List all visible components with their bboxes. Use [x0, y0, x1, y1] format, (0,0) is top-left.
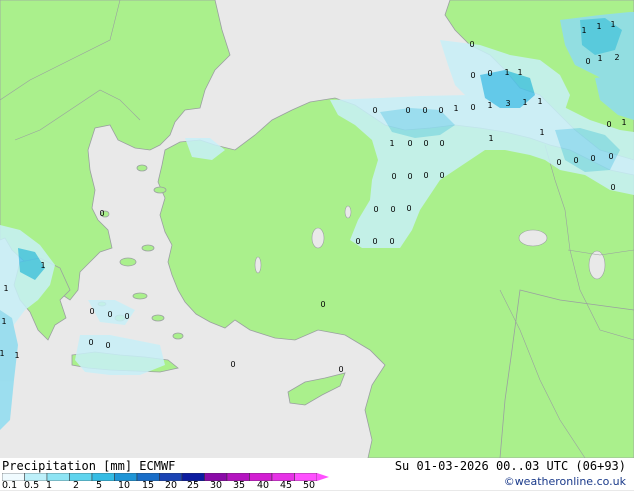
precip-label: 0: [355, 237, 360, 246]
map-title: Precipitation [mm] ECMWF: [2, 459, 176, 473]
precip-label: 2: [614, 53, 619, 62]
precip-label: 0: [610, 183, 615, 192]
precip-label: 0: [389, 237, 394, 246]
precip-label: 0: [439, 139, 444, 148]
precip-label: 0: [422, 106, 427, 115]
precip-label: 1: [504, 68, 509, 77]
precip-label: 0: [124, 312, 129, 321]
scale-tick-label: 5: [96, 480, 103, 491]
scale-tick-label: 10: [118, 480, 131, 491]
precip-label: 0: [470, 71, 475, 80]
precip-label: 1: [537, 97, 542, 106]
scale-ticks: 0.1 0.5 1 2 5 10 15 20 25 30 35 40 45 50: [0, 480, 634, 491]
precip-label: 0: [230, 360, 235, 369]
precip-label: 0: [391, 172, 396, 181]
scale-tick-label: 40: [257, 480, 270, 491]
precip-label: 0: [320, 300, 325, 309]
precip-label: 1: [596, 22, 601, 31]
precip-label: 0: [585, 57, 590, 66]
precip-label: 0: [407, 139, 412, 148]
precip-label: 0: [423, 171, 428, 180]
precip-label: 1: [539, 128, 544, 137]
scale-tick-label: 2: [73, 480, 80, 491]
scale-tick-label: 45: [280, 480, 293, 491]
precip-label: 0: [373, 205, 378, 214]
valid-time: Su 01-03-2026 00..03 UTC (06+93): [394, 459, 626, 473]
precip-label: 0: [590, 154, 595, 163]
precip-label: 0: [470, 103, 475, 112]
scale-tick-label: 1: [46, 480, 53, 491]
precip-label: 0: [573, 156, 578, 165]
precip-label: 1: [610, 20, 615, 29]
precip-label: 1: [3, 284, 8, 293]
precip-label: 0: [105, 341, 110, 350]
precip-label: 1: [40, 261, 45, 270]
precip-label: 0: [423, 139, 428, 148]
precip-label: 0: [487, 69, 492, 78]
precip-label: 0: [406, 204, 411, 213]
weather-map: 01 1 10 1 20 0 1 10 0 0 0 1 0 1 3 1 1110 11 0 0 00 0 0 00 0 0 000 0…: [0, 0, 634, 458]
precip-label: 0: [439, 171, 444, 180]
precip-label: 0: [469, 40, 474, 49]
precip-label: 0: [606, 120, 611, 129]
precip-label: 1: [453, 104, 458, 113]
scale-tick-label: 15: [142, 480, 155, 491]
precip-label: 1: [0, 349, 5, 358]
precip-label: 0: [99, 209, 104, 218]
precip-label: 1: [581, 26, 586, 35]
precip-label: 0: [89, 307, 94, 316]
precip-label: 0: [608, 152, 613, 161]
precip-label: 0: [372, 106, 377, 115]
precip-label: 3: [505, 99, 510, 108]
precip-label: 1: [517, 68, 522, 77]
precip-label: 0: [390, 205, 395, 214]
precip-label: 0: [556, 158, 561, 167]
precip-label: 0: [107, 310, 112, 319]
precip-label: 1: [597, 54, 602, 63]
precip-label: 1: [487, 101, 492, 110]
scale-tick-label: 0.1: [2, 480, 18, 491]
scale-tick-label: 35: [233, 480, 246, 491]
scale-tick-label: 30: [210, 480, 223, 491]
precip-label: 1: [522, 98, 527, 107]
scale-tick-label: 25: [187, 480, 200, 491]
scale-tick-label: 20: [165, 480, 178, 491]
precip-label: 1: [389, 139, 394, 148]
precip-label: 0: [372, 237, 377, 246]
precip-label: 1: [621, 118, 626, 127]
scale-tick-label: 50: [303, 480, 316, 491]
scale-tick-label: 0.5: [24, 480, 40, 491]
precip-label: 0: [88, 338, 93, 347]
precip-label: 1: [488, 134, 493, 143]
precip-label: 0: [438, 106, 443, 115]
precip-label: 1: [1, 317, 6, 326]
precip-label: 1: [14, 351, 19, 360]
precip-label: 0: [407, 172, 412, 181]
precip-label: 0: [338, 365, 343, 374]
precip-label: 0: [405, 106, 410, 115]
